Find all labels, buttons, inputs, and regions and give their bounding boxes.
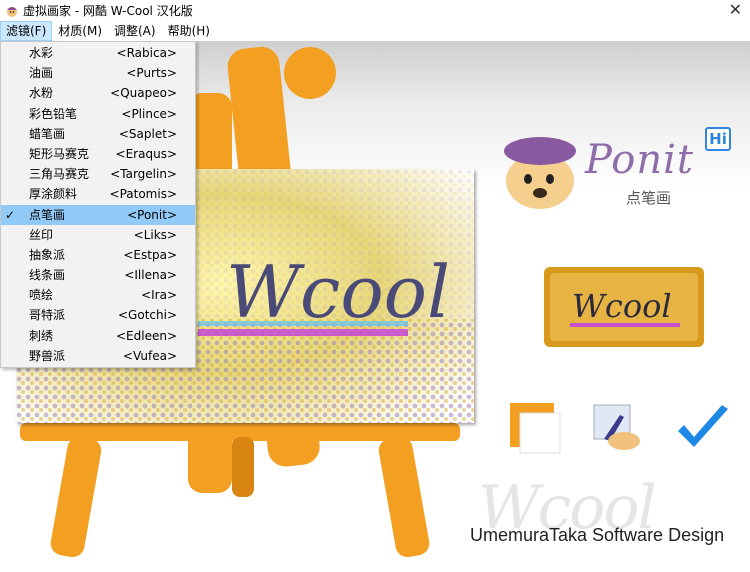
menu-item-filter[interactable]: 抽象派 <Estpa> xyxy=(1,245,195,265)
frame-tool-icon[interactable] xyxy=(508,401,564,457)
thumbnail-wcool-text: Wcool xyxy=(572,287,672,325)
menu-item-shortcut: <Liks> xyxy=(133,227,177,242)
menu-item-label: 厚涂颜料 xyxy=(29,187,78,202)
menu-item-label: 点笔画 xyxy=(29,207,66,222)
menu-item-shortcut: <Estpa> xyxy=(123,247,177,262)
checkmark-icon[interactable] xyxy=(674,401,730,457)
menu-item-shortcut: <Plince> xyxy=(121,106,177,121)
menu-item-shortcut: <Saplet> xyxy=(118,126,177,141)
menu-item-shortcut: <Patomis> xyxy=(109,187,177,202)
menu-item-filter[interactable]: 丝印 <Liks> xyxy=(1,225,195,245)
menu-item-label: 油画 xyxy=(29,66,54,81)
menu-item-label: 矩形马赛克 xyxy=(29,146,90,161)
drawing-hand-icon[interactable] xyxy=(590,401,646,457)
menu-item-shortcut: <Rabica> xyxy=(116,46,177,60)
menu-item-label: 彩色铅笔 xyxy=(29,106,78,121)
menu-item-shortcut: <Illena> xyxy=(124,268,177,283)
window-title: 虚拟画家 - 网酷 W-Cool 汉化版 xyxy=(23,4,193,18)
menu-item-filter[interactable]: 水粉 <Quapeo> xyxy=(1,83,195,103)
menu-adjust[interactable]: 调整(A) xyxy=(108,21,162,41)
menu-item-filter[interactable]: 水彩 <Rabica> xyxy=(1,43,195,63)
hi-badge: Hi xyxy=(705,127,731,151)
menu-item-label: 线条画 xyxy=(29,268,66,283)
ponit-subtitle: 点笔画 xyxy=(626,189,672,207)
menu-item-shortcut: <Quapeo> xyxy=(110,86,177,101)
menu-item-shortcut: <Edleen> xyxy=(115,328,177,343)
filter-dropdown-menu: 水彩 <Rabica> 油画 <Purts> 水粉 <Quapeo> 彩色铅笔 <Plince… xyxy=(0,41,196,368)
menu-bar: 滤镜(F) 材质(M) 调整(A) 帮助(H) xyxy=(0,21,750,41)
menu-item-shortcut: <Targelin> xyxy=(110,167,177,182)
menu-item-label: 蜡笔画 xyxy=(29,126,66,141)
preview-thumbnail[interactable]: Wcool xyxy=(544,267,704,347)
menu-item-filter[interactable]: 野兽派 <Vufea> xyxy=(1,346,195,366)
menu-item-shortcut: <Eraqus> xyxy=(115,146,177,161)
menu-item-label: 刺绣 xyxy=(29,328,54,343)
menu-item-filter[interactable]: 线条画 <Illena> xyxy=(1,265,195,285)
menu-item-label: 水彩 xyxy=(29,46,54,60)
checkmark-icon: ✓ xyxy=(5,207,16,222)
menu-item-shortcut: <Ira> xyxy=(141,288,177,303)
menu-item-filter[interactable]: 厚涂颜料 <Patomis> xyxy=(1,184,195,204)
menu-item-filter[interactable]: 彩色铅笔 <Plince> xyxy=(1,104,195,124)
menu-item-label: 野兽派 xyxy=(29,348,66,363)
menu-item-label: 丝印 xyxy=(29,227,54,242)
menu-material[interactable]: 材质(M) xyxy=(52,21,108,41)
close-icon[interactable]: ✕ xyxy=(729,1,742,19)
menu-filter[interactable]: 滤镜(F) xyxy=(0,21,53,41)
menu-item-filter[interactable]: 刺绣 <Edleen> xyxy=(1,326,195,346)
menu-item-filter[interactable]: ✓ 点笔画 <Ponit> xyxy=(1,204,195,225)
menu-item-shortcut: <Gotchi> xyxy=(118,308,177,323)
menu-item-filter[interactable]: 蜡笔画 <Saplet> xyxy=(1,124,195,144)
menu-item-label: 水粉 xyxy=(29,86,54,101)
menu-item-shortcut: <Vufea> xyxy=(122,348,177,363)
app-icon xyxy=(7,6,17,17)
menu-item-label: 哥特派 xyxy=(29,308,66,323)
title-bar: 虚拟画家 - 网酷 W-Cool 汉化版 ✕ xyxy=(0,0,750,21)
menu-item-filter[interactable]: 油画 <Purts> xyxy=(1,63,195,83)
menu-item-filter[interactable]: 喷绘 <Ira> xyxy=(1,285,195,305)
menu-item-filter[interactable]: 哥特派 <Gotchi> xyxy=(1,305,195,325)
menu-item-shortcut: <Purts> xyxy=(126,66,177,81)
credit-text: UmemuraTaka Software Design xyxy=(470,525,725,545)
menu-item-filter[interactable]: 三角马赛克 <Targelin> xyxy=(1,164,195,184)
ponit-logo-text: Ponit xyxy=(585,137,695,183)
menu-help[interactable]: 帮助(H) xyxy=(162,21,216,41)
menu-item-label: 喷绘 xyxy=(29,288,54,303)
menu-item-shortcut: <Ponit> xyxy=(127,207,177,222)
menu-item-filter[interactable]: 矩形马赛克 <Eraqus> xyxy=(1,144,195,164)
menu-item-label: 抽象派 xyxy=(29,247,66,262)
menu-item-label: 三角马赛克 xyxy=(29,167,90,182)
